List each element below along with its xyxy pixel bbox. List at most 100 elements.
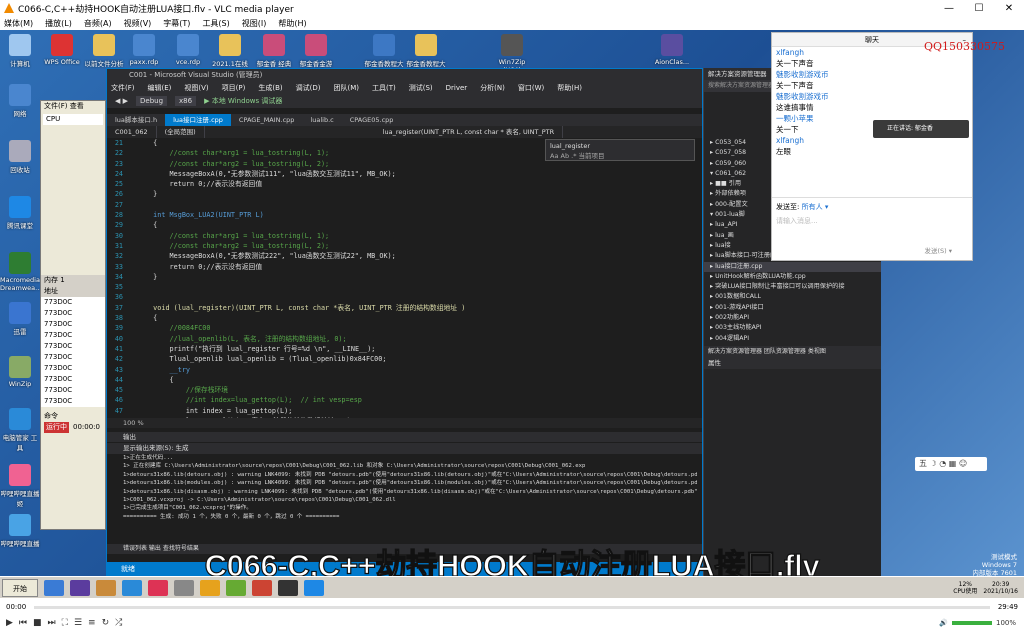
desktop-icon[interactable]: 电脑管家 工具 xyxy=(0,408,40,452)
taskbar-app-icon[interactable] xyxy=(200,579,220,596)
solution-tabs[interactable]: 解决方案资源管理器 团队资源管理器 类视图 xyxy=(704,345,881,357)
maximize-button[interactable]: ☐ xyxy=(964,3,994,14)
solution-item[interactable]: ▸ UnitHook解析函数LUA功能.cpp xyxy=(704,272,881,282)
menu-view[interactable]: 视图(I) xyxy=(242,18,267,29)
desktop-icon[interactable]: WPS Office xyxy=(42,34,82,66)
vs-menu-item[interactable]: Driver xyxy=(446,84,468,92)
desktop-icon[interactable]: Macromedia Dreamwea... xyxy=(0,252,41,292)
taskbar-app-icon[interactable] xyxy=(226,579,246,596)
vs-menu-item[interactable]: 生成(B) xyxy=(258,83,282,93)
nav-scope[interactable]: (全局范围) xyxy=(157,126,205,138)
taskbar-app-icon[interactable] xyxy=(278,579,298,596)
document-tab[interactable]: lualib.c xyxy=(302,114,341,126)
solution-item[interactable]: ▸ 001-游戏API接口 xyxy=(704,303,881,313)
menu-media[interactable]: 媒体(M) xyxy=(4,18,33,29)
vs-menu-item[interactable]: 窗口(W) xyxy=(518,83,544,93)
vs-menu-item[interactable]: 测试(S) xyxy=(409,83,433,93)
output-tabs[interactable]: 错误列表 输出 查找符号结果 xyxy=(107,544,702,554)
solution-item[interactable]: ▸ 突破LUA接口限制让丰富接口可以调用保护的接 xyxy=(704,282,881,292)
zoom-level[interactable]: 100 % xyxy=(107,418,702,428)
config-select[interactable]: Debug xyxy=(136,96,168,106)
taskbar-app-icon[interactable] xyxy=(174,579,194,596)
taskbar-app-icon[interactable] xyxy=(44,579,64,596)
run-debugger-button[interactable]: ▶ 本地 Windows 调试器 xyxy=(204,96,282,106)
extended-settings-icon[interactable]: ☰ xyxy=(74,618,82,628)
fullscreen-icon[interactable]: ⛶ xyxy=(62,618,68,628)
menu-help[interactable]: 帮助(H) xyxy=(278,18,306,29)
previous-icon[interactable]: ⏮ xyxy=(19,618,27,628)
menu-playback[interactable]: 播放(L) xyxy=(45,18,72,29)
document-tab[interactable]: CPAGE05.cpp xyxy=(342,114,402,126)
vs-menu-item[interactable]: 分析(N) xyxy=(480,83,505,93)
taskbar-app-icon[interactable] xyxy=(252,579,272,596)
desktop-icon[interactable]: 以前文件分析 xyxy=(84,34,124,68)
playlist-icon[interactable]: ≡ xyxy=(88,618,96,628)
platform-select[interactable]: x86 xyxy=(175,96,197,106)
code-editor[interactable]: 21 {22 //const char*arg1 = lua_tostring(… xyxy=(107,138,697,418)
desktop-icon[interactable]: 网络 xyxy=(0,84,40,118)
solution-item[interactable]: ▸ 004逻辑API xyxy=(704,334,881,344)
taskbar-app-icon[interactable] xyxy=(96,579,116,596)
vs-menu-item[interactable]: 工具(T) xyxy=(372,83,396,93)
chat-input[interactable]: 请输入消息... xyxy=(776,216,968,226)
vs-menu-item[interactable]: 团队(M) xyxy=(333,83,359,93)
desktop-icon[interactable]: 郁金香教程大 xyxy=(364,34,404,68)
menu-tools[interactable]: 工具(S) xyxy=(202,18,229,29)
shuffle-icon[interactable]: ⤮ xyxy=(115,618,122,628)
code-line: 27 xyxy=(107,200,697,210)
clock[interactable]: 20:39 2021/10/16 xyxy=(983,581,1024,595)
document-tab[interactable]: CPAGE_MAIN.cpp xyxy=(231,114,303,126)
taskbar-app-icon[interactable] xyxy=(70,579,90,596)
vs-menu-item[interactable]: 编辑(E) xyxy=(148,83,172,93)
menu-subtitle[interactable]: 字幕(T) xyxy=(163,18,190,29)
chat-send-button[interactable]: 发送(S) ▾ xyxy=(924,245,952,255)
start-button[interactable]: 开始 xyxy=(2,578,38,597)
vs-menu-item[interactable]: 文件(F) xyxy=(111,83,135,93)
menu-video[interactable]: 视频(V) xyxy=(124,18,152,29)
solution-item[interactable]: ▸ 001数据和CALL xyxy=(704,292,881,302)
close-button[interactable]: ✕ xyxy=(994,3,1024,14)
stop-icon[interactable]: ■ xyxy=(33,618,42,628)
nav-member[interactable]: lua_register(UINT_PTR L, const char * 表名… xyxy=(375,126,564,138)
solution-item[interactable]: ▸ 003主线功能API xyxy=(704,323,881,333)
taskbar-app-icon[interactable] xyxy=(122,579,142,596)
desktop-icon[interactable]: 哔哩哔哩直播 xyxy=(0,514,40,548)
find-input[interactable]: lual_register xyxy=(550,142,690,150)
desktop-icon[interactable]: 郁金香 经典 xyxy=(254,34,294,68)
back-icon[interactable]: ◀ ▶ xyxy=(115,97,128,105)
vs-menu-item[interactable]: 帮助(H) xyxy=(557,83,582,93)
next-icon[interactable]: ⏭ xyxy=(48,618,56,628)
desktop-icon[interactable]: 回收站 xyxy=(0,140,40,174)
send-target-select[interactable]: 所有人 ▾ xyxy=(802,203,829,211)
desktop-icon[interactable]: 郁金香教程大 xyxy=(406,34,446,68)
solution-item[interactable]: ▸ 002功能API xyxy=(704,313,881,323)
desktop-icon[interactable]: 迅雷 xyxy=(0,302,40,336)
taskbar-app-icon[interactable] xyxy=(148,579,168,596)
output-source-select[interactable]: 显示输出来源(S): 生成 xyxy=(107,443,702,454)
desktop-icon[interactable]: AionClas... xyxy=(652,34,692,66)
desktop-icon[interactable]: 郁金香金游 xyxy=(296,34,336,68)
vs-menu-item[interactable]: 项目(P) xyxy=(222,83,246,93)
ime-toolbar[interactable]: 五 ☽ ◔ ▦ ☺ xyxy=(915,457,987,471)
desktop-icon[interactable]: WinZip xyxy=(0,356,40,388)
play-icon[interactable]: ▶ xyxy=(6,618,13,628)
document-tab[interactable]: lua接口注册.cpp xyxy=(165,114,231,126)
desktop-icon[interactable]: 计算机 xyxy=(0,34,40,68)
find-box[interactable]: lual_register Aa Ab .* 当前项目 xyxy=(545,139,695,161)
desktop-icon[interactable]: 腾讯课堂 xyxy=(0,196,40,230)
vs-menu-item[interactable]: 调试(D) xyxy=(296,83,321,93)
volume-slider[interactable] xyxy=(951,621,992,625)
desktop-icon[interactable]: vce.rdp xyxy=(168,34,208,66)
nav-project[interactable]: C001_062 xyxy=(107,126,157,138)
seek-slider[interactable] xyxy=(34,605,990,609)
solution-item[interactable]: ▸ lua接口注册.cpp xyxy=(704,261,881,272)
document-tab[interactable]: lua脚本接口.h xyxy=(107,114,165,126)
desktop-icon[interactable]: 哔哩哔哩直播姬 xyxy=(0,464,40,508)
volume-icon[interactable]: 🔊 xyxy=(939,619,948,627)
loop-icon[interactable]: ↻ xyxy=(102,618,110,628)
desktop-icon[interactable]: paxx.rdp xyxy=(124,34,164,66)
taskbar-app-icon[interactable] xyxy=(304,579,324,596)
minimize-button[interactable]: — xyxy=(934,3,964,14)
vs-menu-item[interactable]: 视图(V) xyxy=(184,83,208,93)
menu-audio[interactable]: 音频(A) xyxy=(84,18,112,29)
